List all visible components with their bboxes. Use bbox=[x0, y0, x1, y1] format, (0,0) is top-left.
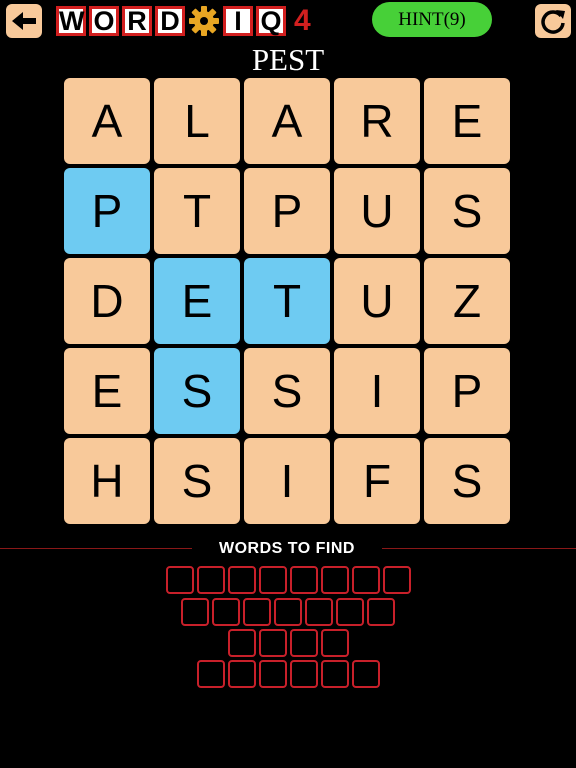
letter-slot bbox=[165, 566, 194, 594]
letter-slot bbox=[320, 566, 349, 594]
current-word: PEST bbox=[251, 42, 325, 77]
letter-slot bbox=[351, 566, 380, 594]
letter-tile[interactable]: I bbox=[334, 348, 420, 434]
letter-slot bbox=[243, 598, 271, 626]
letter-slot bbox=[196, 566, 225, 594]
letter-tile[interactable]: L bbox=[154, 78, 240, 164]
gear-icon bbox=[189, 6, 219, 36]
letter-tile[interactable]: T bbox=[154, 168, 240, 254]
letter-tile[interactable]: S bbox=[424, 168, 510, 254]
letter-slot bbox=[367, 598, 395, 626]
letter-tile[interactable]: E bbox=[424, 78, 510, 164]
letter-tile[interactable]: U bbox=[334, 258, 420, 344]
divider bbox=[0, 548, 192, 549]
word-slot-row bbox=[0, 629, 576, 657]
refresh-button[interactable] bbox=[535, 4, 571, 38]
letter-slot bbox=[320, 629, 349, 657]
letter-slot bbox=[336, 598, 364, 626]
letter-slot bbox=[227, 660, 256, 688]
letter-tile[interactable]: D bbox=[64, 258, 150, 344]
logo-letter: D bbox=[155, 6, 185, 36]
letter-tile[interactable]: P bbox=[244, 168, 330, 254]
game-logo: W O R D I Q 4 bbox=[56, 3, 311, 39]
letter-slot bbox=[196, 660, 225, 688]
letter-slot bbox=[289, 660, 318, 688]
letter-tile[interactable]: S bbox=[154, 348, 240, 434]
letter-slot bbox=[351, 660, 380, 688]
letter-slot bbox=[274, 598, 302, 626]
letter-slot bbox=[212, 598, 240, 626]
letter-slot bbox=[258, 566, 287, 594]
letter-tile[interactable]: F bbox=[334, 438, 420, 524]
logo-letter: Q bbox=[256, 6, 286, 36]
logo-letter: R bbox=[122, 6, 152, 36]
word-slot-row bbox=[0, 566, 576, 594]
letter-slot bbox=[227, 629, 256, 657]
letter-slot bbox=[289, 566, 318, 594]
letter-tile[interactable]: U bbox=[334, 168, 420, 254]
letter-slot bbox=[289, 629, 318, 657]
letter-slot bbox=[181, 598, 209, 626]
logo-letter: I bbox=[223, 6, 253, 36]
letter-tile[interactable]: S bbox=[244, 348, 330, 434]
letter-tile[interactable]: I bbox=[244, 438, 330, 524]
word-slot-row bbox=[0, 660, 576, 688]
letter-slot bbox=[382, 566, 411, 594]
letter-tile[interactable]: E bbox=[64, 348, 150, 434]
divider bbox=[382, 548, 576, 549]
letter-board: ALAREPTPUSDETUZESSIPHSIFS bbox=[64, 78, 510, 524]
words-to-find-heading: WORDS TO FIND bbox=[219, 540, 355, 557]
letter-slot bbox=[258, 660, 287, 688]
letter-tile[interactable]: S bbox=[424, 438, 510, 524]
letter-tile[interactable]: R bbox=[334, 78, 420, 164]
letter-tile[interactable]: T bbox=[244, 258, 330, 344]
letter-slot bbox=[258, 629, 287, 657]
level-number: 4 bbox=[294, 4, 311, 37]
letter-tile[interactable]: A bbox=[64, 78, 150, 164]
letter-tile[interactable]: P bbox=[424, 348, 510, 434]
word-slot-row bbox=[0, 598, 576, 626]
arrow-left-icon bbox=[12, 12, 36, 30]
letter-tile[interactable]: P bbox=[64, 168, 150, 254]
hint-button[interactable]: HINT(9) bbox=[372, 2, 492, 37]
logo-letter: W bbox=[56, 6, 86, 36]
logo-letter: O bbox=[89, 6, 119, 36]
letter-slot bbox=[227, 566, 256, 594]
letter-tile[interactable]: H bbox=[64, 438, 150, 524]
letter-slot bbox=[305, 598, 333, 626]
refresh-icon bbox=[541, 10, 565, 34]
letter-tile[interactable]: E bbox=[154, 258, 240, 344]
letter-tile[interactable]: Z bbox=[424, 258, 510, 344]
letter-slot bbox=[320, 660, 349, 688]
letter-tile[interactable]: A bbox=[244, 78, 330, 164]
back-button[interactable] bbox=[6, 4, 42, 38]
letter-tile[interactable]: S bbox=[154, 438, 240, 524]
